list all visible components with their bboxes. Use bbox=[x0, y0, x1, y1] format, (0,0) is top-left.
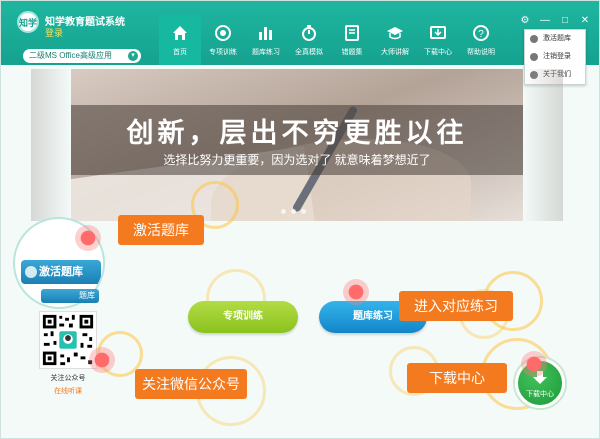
menu-item-label: 注销登录 bbox=[543, 53, 571, 60]
pointer-dot bbox=[521, 351, 547, 377]
nav-label: 下载中心 bbox=[424, 49, 452, 56]
callout-follow-wechat: 关注微信公众号 bbox=[135, 369, 247, 399]
title-bar: 知学 知学教育题试系统 登录 二级MS Office高级应用 ▾ 首页 专项训练… bbox=[1, 1, 599, 65]
carousel-dot[interactable] bbox=[281, 209, 286, 214]
activate-button-zoomed[interactable]: 激活题库 bbox=[21, 260, 101, 284]
menu-item-logout[interactable]: 注销登录 bbox=[525, 48, 585, 66]
svg-text:?: ? bbox=[478, 29, 484, 40]
carousel-dot[interactable] bbox=[301, 209, 306, 214]
activate-button[interactable]: 题库 bbox=[41, 289, 99, 303]
lock-icon bbox=[530, 35, 538, 43]
book-icon bbox=[345, 25, 359, 41]
pointer-dot bbox=[89, 347, 115, 373]
nav-item-question-bank[interactable]: 题库练习 bbox=[245, 15, 287, 65]
callout-enter-practice: 进入对应练习 bbox=[399, 291, 513, 321]
nav-item-wrong-questions[interactable]: 错题集 bbox=[331, 15, 373, 65]
graduation-cap-icon bbox=[387, 27, 403, 40]
nav-item-special-training[interactable]: 专项训练 bbox=[202, 15, 244, 65]
pointer-dot bbox=[75, 225, 101, 251]
bar-chart-icon bbox=[259, 27, 272, 40]
nav-label: 专项训练 bbox=[209, 49, 237, 56]
carousel-dot[interactable] bbox=[291, 209, 296, 214]
banner-side-right bbox=[523, 69, 563, 221]
nav-item-download-center[interactable]: 下载中心 bbox=[417, 15, 459, 65]
carousel-dots[interactable] bbox=[281, 209, 306, 214]
special-training-button[interactable]: 专项训练 bbox=[188, 301, 298, 333]
nav-item-help[interactable]: ? 帮助说明 bbox=[460, 15, 502, 65]
nav-label: 题库练习 bbox=[252, 49, 280, 56]
maximize-button[interactable]: □ bbox=[559, 15, 571, 27]
nav-label: 全真模拟 bbox=[295, 49, 323, 56]
callout-download-center: 下载中心 bbox=[407, 363, 507, 393]
download-button-label: 下载中心 bbox=[526, 391, 554, 398]
download-icon bbox=[430, 26, 446, 39]
banner-side-left bbox=[31, 69, 71, 221]
nav-label: 错题集 bbox=[341, 49, 363, 56]
chevron-down-icon: ▾ bbox=[128, 51, 138, 61]
menu-item-label: 激活题库 bbox=[543, 35, 571, 42]
banner-title: 创新，层出不穷更胜以往 bbox=[126, 118, 468, 148]
nav-label: 大师讲解 bbox=[381, 49, 409, 56]
app-logo-text: 知学 bbox=[19, 17, 38, 28]
pointer-dot bbox=[343, 279, 369, 305]
minimize-button[interactable]: — bbox=[539, 15, 551, 27]
help-icon: ? bbox=[473, 25, 489, 41]
activate-label: 激活题库 bbox=[39, 266, 83, 278]
main-nav: 首页 专项训练 题库练习 全真模拟 错题集 大师讲解 下载中心 ? 帮助说明 bbox=[159, 15, 503, 65]
nav-item-home[interactable]: 首页 bbox=[159, 15, 201, 65]
home-icon bbox=[173, 26, 187, 40]
nav-label: 首页 bbox=[173, 49, 187, 56]
banner-subtitle: 选择比努力更重要，因为选对了 就意味着梦想近了 bbox=[163, 153, 431, 167]
gear-icon[interactable]: ⚙ bbox=[519, 15, 531, 27]
exam-type-value: 二级MS Office高级应用 bbox=[29, 51, 112, 60]
callout-activate: 激活题库 bbox=[118, 215, 204, 245]
login-link[interactable]: 登录 bbox=[45, 26, 63, 39]
user-icon bbox=[530, 53, 538, 61]
banner-carousel[interactable]: 创新，层出不穷更胜以往 选择比努力更重要，因为选对了 就意味着梦想近了 bbox=[71, 69, 523, 221]
app-window: 知学 知学教育题试系统 登录 二级MS Office高级应用 ▾ 首页 专项训练… bbox=[0, 0, 600, 439]
window-controls: ⚙ — □ ✕ bbox=[519, 15, 591, 27]
stopwatch-icon bbox=[302, 25, 316, 41]
menu-item-activate[interactable]: 激活题库 bbox=[525, 30, 585, 48]
nav-label: 帮助说明 bbox=[467, 49, 495, 56]
nav-item-master-lecture[interactable]: 大师讲解 bbox=[374, 15, 416, 65]
close-button[interactable]: ✕ bbox=[579, 15, 591, 27]
qr-label: 关注公众号 bbox=[50, 375, 86, 382]
app-logo: 知学 bbox=[17, 11, 39, 33]
key-icon bbox=[25, 266, 37, 278]
nav-item-mock-exam[interactable]: 全真模拟 bbox=[288, 15, 330, 65]
target-icon bbox=[215, 25, 231, 41]
exam-type-select[interactable]: 二级MS Office高级应用 ▾ bbox=[23, 49, 141, 63]
qr-sub-label[interactable]: 在线听课 bbox=[37, 386, 99, 396]
